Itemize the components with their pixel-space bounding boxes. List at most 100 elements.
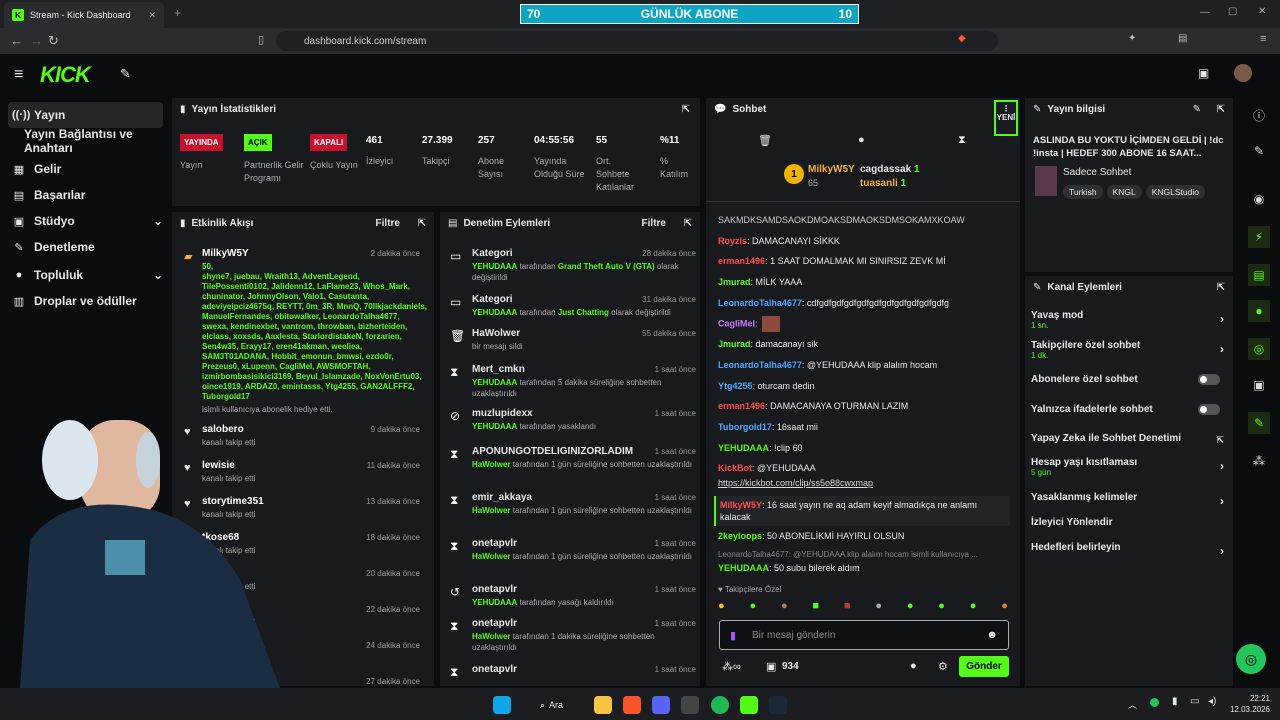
emote-row[interactable]: ● ● ● ■ ■ ● ● ● ● ●: [718, 600, 1008, 616]
chat-username[interactable]: Royzis: [718, 236, 747, 246]
sidebar-item-yayin[interactable]: ((·)) Yayın: [8, 102, 163, 128]
wrench-icon[interactable]: ✎: [1248, 412, 1270, 434]
chat-text[interactable]: https://kickbot.com/clip/ss5o88cwxmap: [718, 478, 873, 488]
vr-icon[interactable]: ▣: [1198, 66, 1209, 80]
pencil-icon[interactable]: ✎: [1248, 140, 1270, 162]
network-icon[interactable]: ▭: [1190, 696, 1199, 707]
sidebar-item-topluluk[interactable]: ● Topluluk ⌄: [8, 262, 163, 288]
steam-icon[interactable]: [769, 696, 787, 714]
popout-icon[interactable]: ⇱: [418, 218, 426, 229]
gear-icon[interactable]: ⚙: [938, 660, 948, 673]
sidebar-item-stream-key[interactable]: Yayın Bağlantısı ve Anahtarı: [8, 127, 174, 155]
menu-icon[interactable]: ≡: [1260, 33, 1266, 45]
channel-action-row[interactable]: Hedefleri belirleyin ›: [1031, 542, 1226, 558]
brave-icon[interactable]: [623, 696, 641, 714]
tag[interactable]: Turkish: [1063, 185, 1103, 199]
emoji-icon[interactable]: ☻: [986, 629, 998, 641]
channel-action-row[interactable]: Takipçilere özel sohbet 1 dk. ›: [1031, 340, 1226, 360]
emote-icon[interactable]: ●: [875, 600, 882, 616]
moderator-name[interactable]: YEHUDAAA: [472, 598, 517, 607]
document-icon[interactable]: ▤: [1248, 264, 1270, 286]
top-gifter-name[interactable]: MilkyW5Y: [808, 164, 855, 175]
folder-icon[interactable]: [594, 696, 612, 714]
store-icon[interactable]: ▣: [1248, 374, 1270, 396]
moderator-name[interactable]: YEHUDAAA: [472, 262, 517, 271]
kick-logo[interactable]: KICK: [40, 62, 91, 88]
channel-action-row[interactable]: Yasaklanmış kelimeler ›: [1031, 492, 1226, 508]
tag[interactable]: KNGL: [1106, 185, 1142, 199]
forward-icon[interactable]: →: [30, 33, 43, 48]
brave-shield-icon[interactable]: ◆: [958, 33, 966, 44]
chat-users-icon[interactable]: ●: [910, 660, 917, 672]
chat-username[interactable]: YEHUDAAA: [718, 563, 769, 573]
hamburger-icon[interactable]: ≡: [14, 66, 23, 84]
gift-icon[interactable]: ▣: [766, 660, 776, 673]
window-minimize-icon[interactable]: —: [1200, 7, 1210, 18]
filter-button[interactable]: Filtre: [642, 218, 666, 229]
emote-icon[interactable]: ■: [812, 600, 819, 616]
chat-username[interactable]: CagliMel: [718, 318, 755, 328]
popout-icon[interactable]: ⇱: [1217, 104, 1225, 115]
chat-username[interactable]: KickBot: [718, 463, 752, 473]
points-icon[interactable]: ⁂∞: [722, 660, 741, 673]
toggle-switch[interactable]: [1198, 404, 1220, 415]
chat-username[interactable]: LeonardoTalha4677: [718, 298, 802, 308]
gifter-name[interactable]: tuasanli: [860, 178, 898, 189]
moderator-name[interactable]: YEHUDAAA: [472, 422, 517, 431]
sidebar-item-studyo[interactable]: ▣ Stüdyo ⌄: [8, 208, 163, 234]
popout-icon[interactable]: ⇱: [684, 218, 692, 229]
moderator-name[interactable]: YEHUDAAA: [472, 378, 517, 387]
tray-status-icon[interactable]: [1150, 698, 1159, 707]
mic-icon[interactable]: ▮: [730, 629, 736, 642]
kick-app-icon[interactable]: [740, 696, 758, 714]
sidebar-item-gelir[interactable]: ▦ Gelir: [8, 156, 163, 182]
chat-username[interactable]: Tuborgold17: [718, 422, 772, 432]
url-field[interactable]: dashboard.kick.com/stream: [276, 31, 998, 51]
chat-username[interactable]: Ytg4255: [718, 381, 753, 391]
emote-icon[interactable]: ■: [844, 600, 851, 616]
gifter-name[interactable]: cagdassak: [860, 164, 911, 175]
bookmark-icon[interactable]: ▯: [258, 33, 264, 46]
chat-username[interactable]: Jmurad: [718, 339, 751, 349]
back-icon[interactable]: ←: [10, 33, 23, 48]
clock[interactable]: 22:21 12.03.2026: [1226, 693, 1270, 715]
taskbar-search[interactable]: ⌕ Ara: [528, 696, 580, 714]
discord-icon[interactable]: [652, 696, 670, 714]
moderator-name[interactable]: HaWolwer: [472, 632, 511, 641]
broadcast-icon[interactable]: ◎: [1248, 338, 1270, 360]
hourglass-icon[interactable]: ⧗: [958, 134, 966, 147]
category-thumbnail[interactable]: [1035, 166, 1057, 196]
reload-icon[interactable]: ↻: [48, 33, 59, 49]
tray-chevron-icon[interactable]: ︿: [1128, 698, 1137, 711]
new-tab-icon[interactable]: +: [174, 6, 181, 20]
chat-username[interactable]: 2keyloops: [718, 531, 762, 541]
window-maximize-icon[interactable]: ▢: [1228, 6, 1237, 17]
channel-action-row[interactable]: İzleyici Yönlendir: [1031, 517, 1226, 528]
emote-icon[interactable]: ●: [907, 600, 914, 616]
chat-username[interactable]: MilkyW5Y: [720, 500, 762, 510]
help-icon[interactable]: ◎: [1236, 644, 1266, 674]
close-tab-icon[interactable]: ✕: [148, 10, 156, 21]
sidebar-item-basarilar[interactable]: ▤ Başarılar: [8, 182, 163, 208]
chat-username[interactable]: YEHUDAAA: [718, 443, 769, 453]
moderator-name[interactable]: HaWolwer: [472, 552, 511, 561]
obs-icon[interactable]: [681, 696, 699, 714]
emote-icon[interactable]: ●: [718, 600, 725, 616]
spotify-icon[interactable]: [711, 696, 729, 714]
window-close-icon[interactable]: ✕: [1258, 6, 1266, 17]
emote-icon[interactable]: ●: [970, 600, 977, 616]
lightning-icon[interactable]: ⚡: [1248, 226, 1270, 248]
moderator-name[interactable]: HaWolwer: [472, 506, 511, 515]
pin-icon[interactable]: ✎: [120, 66, 131, 82]
chat-username[interactable]: erman1496: [718, 256, 765, 266]
moderator-name[interactable]: YEHUDAAA: [472, 308, 517, 317]
filter-button[interactable]: Filtre: [376, 218, 400, 229]
toggle-switch[interactable]: [1198, 374, 1220, 385]
start-icon[interactable]: [493, 696, 511, 714]
info-icon[interactable]: ⓘ: [1248, 104, 1270, 126]
sidebar-toggle-icon[interactable]: ▤: [1178, 33, 1187, 44]
extensions-icon[interactable]: ✦: [1128, 33, 1136, 44]
moderator-name[interactable]: HaWolwer: [472, 460, 511, 469]
tag[interactable]: KNGLStudio: [1145, 185, 1205, 199]
chat-icon[interactable]: ●: [1248, 300, 1270, 322]
